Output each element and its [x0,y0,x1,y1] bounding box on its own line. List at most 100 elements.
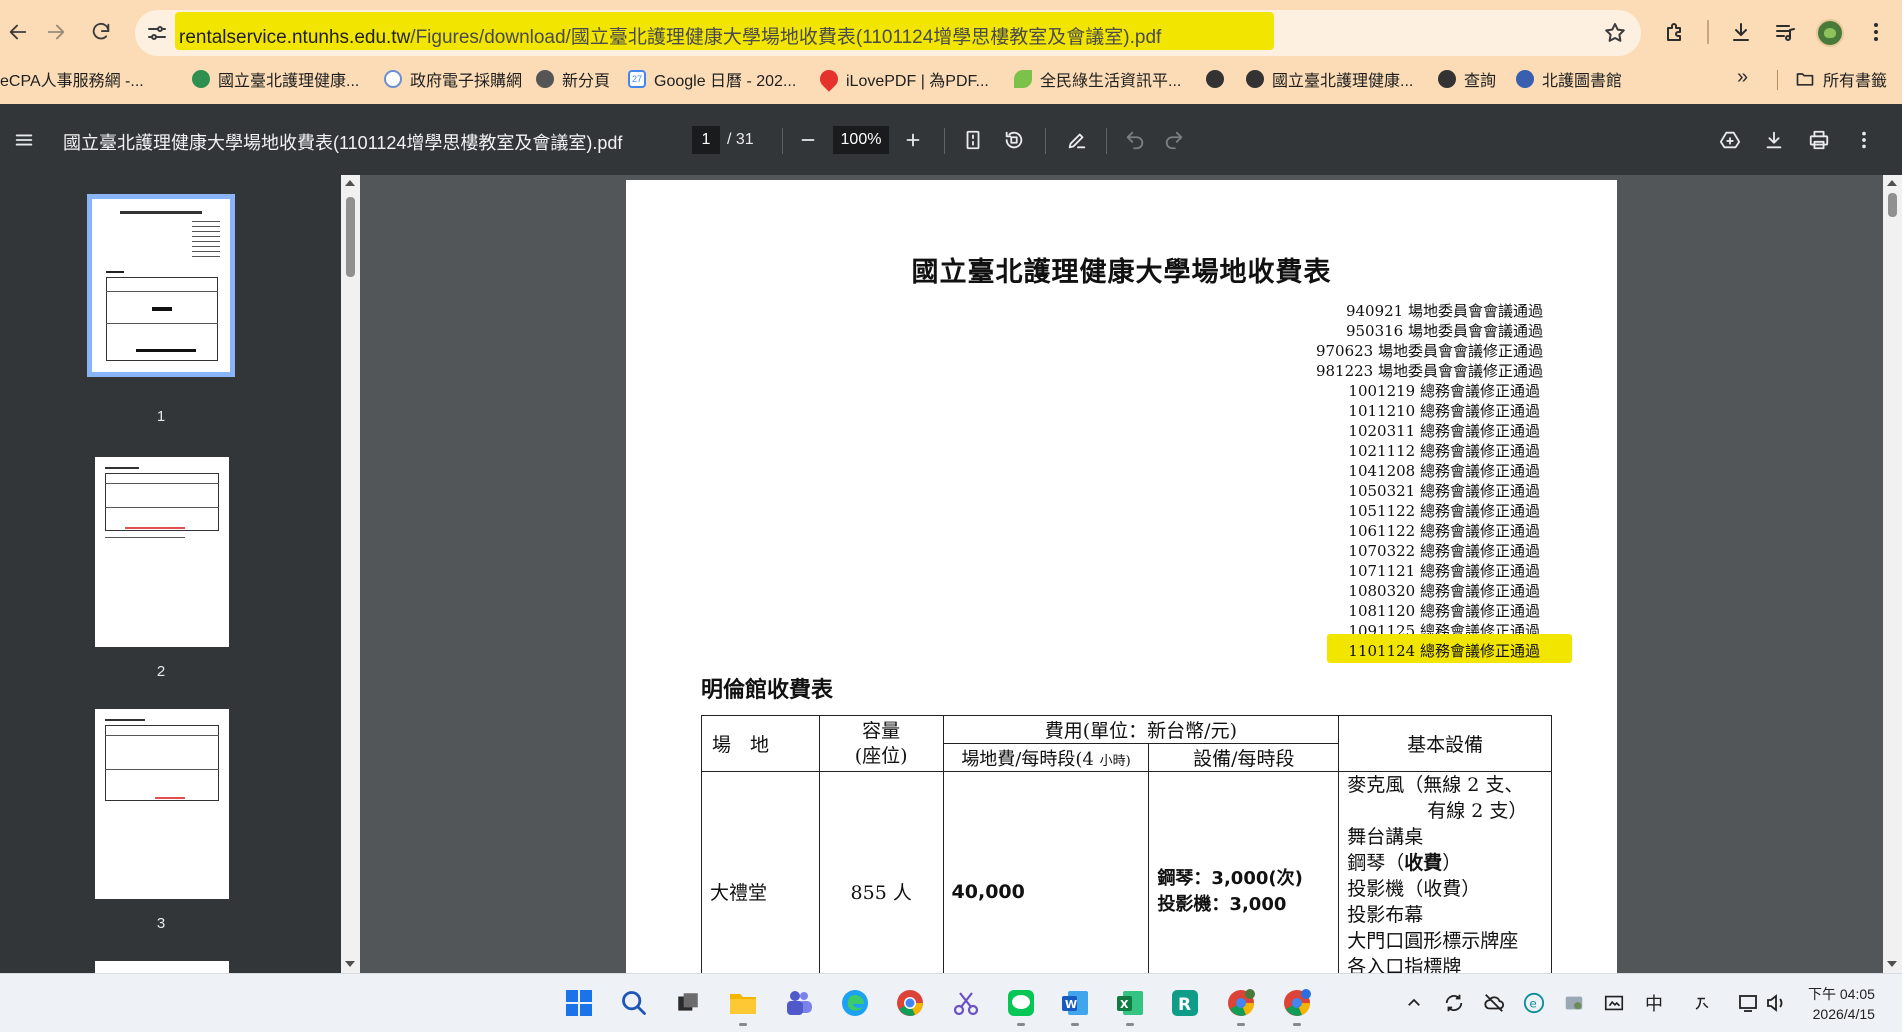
download-button[interactable] [1761,127,1787,153]
tray-input-mode[interactable] [1690,991,1714,1015]
address-bar[interactable]: rentalservice.ntunhs.edu.tw/Figures/down… [135,10,1641,56]
tray-e-app[interactable]: e [1522,991,1546,1015]
header-venue-fee: 場地費/每時段(4 小時) [942,743,1150,772]
annotate-button[interactable] [1064,127,1090,153]
zoom-out-button[interactable] [795,127,821,153]
scroll-down-icon[interactable] [1887,961,1897,967]
globe-icon [384,70,402,88]
redo-button[interactable] [1161,127,1187,153]
show-hidden-icons-button[interactable] [1402,991,1426,1015]
sidebar-scrollbar[interactable] [341,175,360,973]
network-volume-icon [1739,994,1783,1012]
zoom-in-button[interactable] [900,127,926,153]
back-button[interactable] [0,14,36,50]
task-view-button[interactable] [671,986,705,1020]
bookmark-google-calendar[interactable]: 27 Google 日曆 - 202... [628,66,796,92]
tray-security[interactable] [1562,991,1586,1015]
revision-line: 1061122 總務會議修正通過 [1348,522,1540,540]
chevron-up-icon [1408,998,1420,1006]
viewer-scrollbar[interactable] [1883,175,1902,973]
bookmarks-overflow-button[interactable]: » [1737,66,1748,89]
taskbar-chrome-profile-1[interactable] [1224,986,1258,1026]
taskbar-line[interactable] [1004,986,1038,1026]
input-mode-icon [1695,997,1709,1010]
bookmark-green-life[interactable]: 全民綠生活資訊平... [1014,66,1181,92]
start-button[interactable] [562,986,596,1020]
pdf-menu-button[interactable] [1851,127,1877,153]
globe-icon [1246,70,1264,88]
all-bookmarks-button[interactable]: 所有書籤 [1795,66,1887,92]
taskbar-word[interactable]: W [1058,986,1092,1026]
scroll-up-icon[interactable] [345,180,355,186]
bookmark-ntunhs-2[interactable]: 國立臺北護理健康... [1246,66,1413,92]
rotate-button[interactable] [1001,127,1027,153]
page-total: / 31 [727,131,754,148]
arrow-left-icon [9,24,27,40]
taskbar-edge[interactable] [838,986,872,1020]
system-clock[interactable]: 下午 04:05 2026/4/15 [1808,984,1875,1024]
search-button[interactable] [617,986,651,1020]
extensions-button[interactable] [1661,18,1689,46]
running-indicator [1237,1023,1245,1026]
bookmark-star-icon[interactable] [1603,21,1627,45]
taskbar-excel[interactable]: X [1113,986,1147,1026]
tray-capture[interactable] [1602,991,1626,1015]
scroll-up-icon[interactable] [1887,180,1897,186]
equipment-item: 投影機（收費） [1347,878,1481,900]
page-thumbnail[interactable] [95,961,229,973]
scrollbar-thumb[interactable] [1888,193,1897,217]
bookmark-unnamed[interactable] [1206,66,1232,92]
taskbar-chrome-profile-2[interactable] [1280,986,1314,1026]
tray-network-volume[interactable] [1735,991,1791,1015]
bookmark-new-tab[interactable]: 新分頁 [536,66,610,92]
bookmark-label: 全民綠生活資訊平... [1040,73,1182,90]
bookmark-ecpa[interactable]: eCPA人事服務網 -... [0,66,144,92]
taskbar-teams[interactable] [782,986,816,1020]
page-number-input[interactable]: 1 [692,126,720,154]
taskbar-chrome[interactable] [893,986,927,1020]
downloads-button[interactable] [1727,18,1755,46]
bookmark-ntunhs[interactable]: 國立臺北護理健康... [192,66,359,92]
chrome-icon [1228,989,1255,1016]
reload-button[interactable] [83,14,119,50]
undo-button[interactable] [1122,127,1148,153]
print-button[interactable] [1806,127,1832,153]
bookmark-query[interactable]: 查詢 [1438,66,1496,92]
thumb-text-line [192,251,220,252]
thumb-text-line [105,537,185,538]
tray-cloud[interactable] [1482,991,1506,1015]
bookmark-ilovepdf[interactable]: iLovePDF | 為PDF... [816,66,989,92]
download-icon [1766,131,1782,149]
sidebar-toggle-button[interactable] [11,127,37,153]
zoom-input[interactable]: 100% [833,126,889,154]
bookmark-label: eCPA人事服務網 -... [0,73,144,90]
cell-venue-fee: 40,000 [942,771,1150,973]
taskbar-file-explorer[interactable] [726,986,760,1026]
tray-sync[interactable] [1442,991,1466,1015]
page-thumbnail[interactable] [95,709,229,899]
tray-ime-button[interactable]: 中 [1642,991,1666,1015]
page-thumbnail[interactable] [87,194,235,377]
taskbar-snipping-tool[interactable] [949,986,983,1020]
scroll-down-icon[interactable] [345,961,355,967]
fit-page-button[interactable] [960,127,986,153]
site-info-icon[interactable] [145,21,169,45]
browser-menu-button[interactable] [1862,18,1890,46]
media-controls-button[interactable] [1771,18,1799,46]
header-capacity: 容量 (座位) [818,715,944,772]
page-thumbnail[interactable] [95,457,229,647]
header-venue-fee-main: 場地費/每時段(4 [961,748,1094,770]
bookmark-library[interactable]: 北護圖書館 [1516,66,1622,92]
profile-avatar[interactable] [1816,19,1844,47]
scrollbar-thumb[interactable] [346,197,355,277]
bookmark-procurement[interactable]: 政府電子採購網 [384,66,522,92]
taskbar-app-r[interactable]: R [1168,986,1202,1020]
forward-button[interactable] [38,14,74,50]
save-to-drive-button[interactable] [1717,127,1743,153]
bookmark-label: 國立臺北護理健康... [1272,73,1414,90]
pdf-viewer-area[interactable]: 國立臺北護理健康大學場地收費表 940921 場地委員會會議通過 950316 … [360,175,1902,973]
url-text[interactable]: rentalservice.ntunhs.edu.tw/Figures/down… [179,22,1161,49]
svg-text:W: W [1065,998,1077,1011]
header-capacity-line2: (座位) [854,744,908,767]
revision-line-highlighted: 1101124 總務會議修正通過 [1348,642,1540,660]
